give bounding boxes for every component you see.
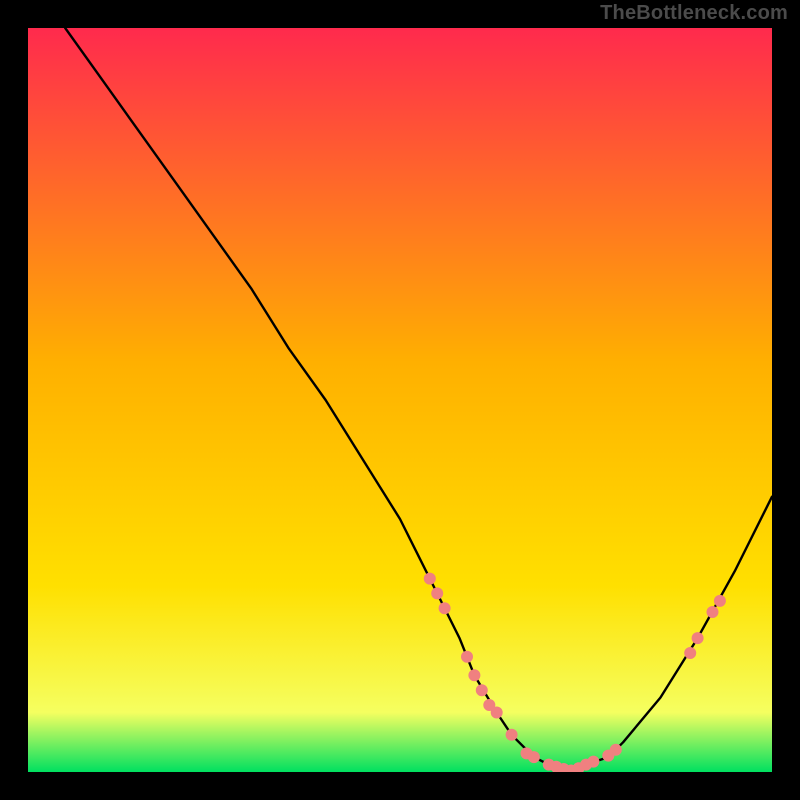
marker-point bbox=[528, 751, 540, 763]
marker-point bbox=[692, 632, 704, 644]
marker-point bbox=[476, 684, 488, 696]
chart-frame: TheBottleneck.com bbox=[0, 0, 800, 800]
bottleneck-chart bbox=[28, 28, 772, 772]
marker-point bbox=[468, 669, 480, 681]
marker-point bbox=[431, 587, 443, 599]
marker-point bbox=[439, 602, 451, 614]
marker-point bbox=[707, 606, 719, 618]
marker-point bbox=[424, 573, 436, 585]
marker-point bbox=[461, 651, 473, 663]
plot-background bbox=[28, 28, 772, 772]
marker-point bbox=[506, 729, 518, 741]
branding-watermark: TheBottleneck.com bbox=[600, 2, 788, 25]
marker-point bbox=[610, 744, 622, 756]
marker-point bbox=[684, 647, 696, 659]
marker-point bbox=[587, 756, 599, 768]
marker-point bbox=[491, 707, 503, 719]
marker-point bbox=[714, 595, 726, 607]
